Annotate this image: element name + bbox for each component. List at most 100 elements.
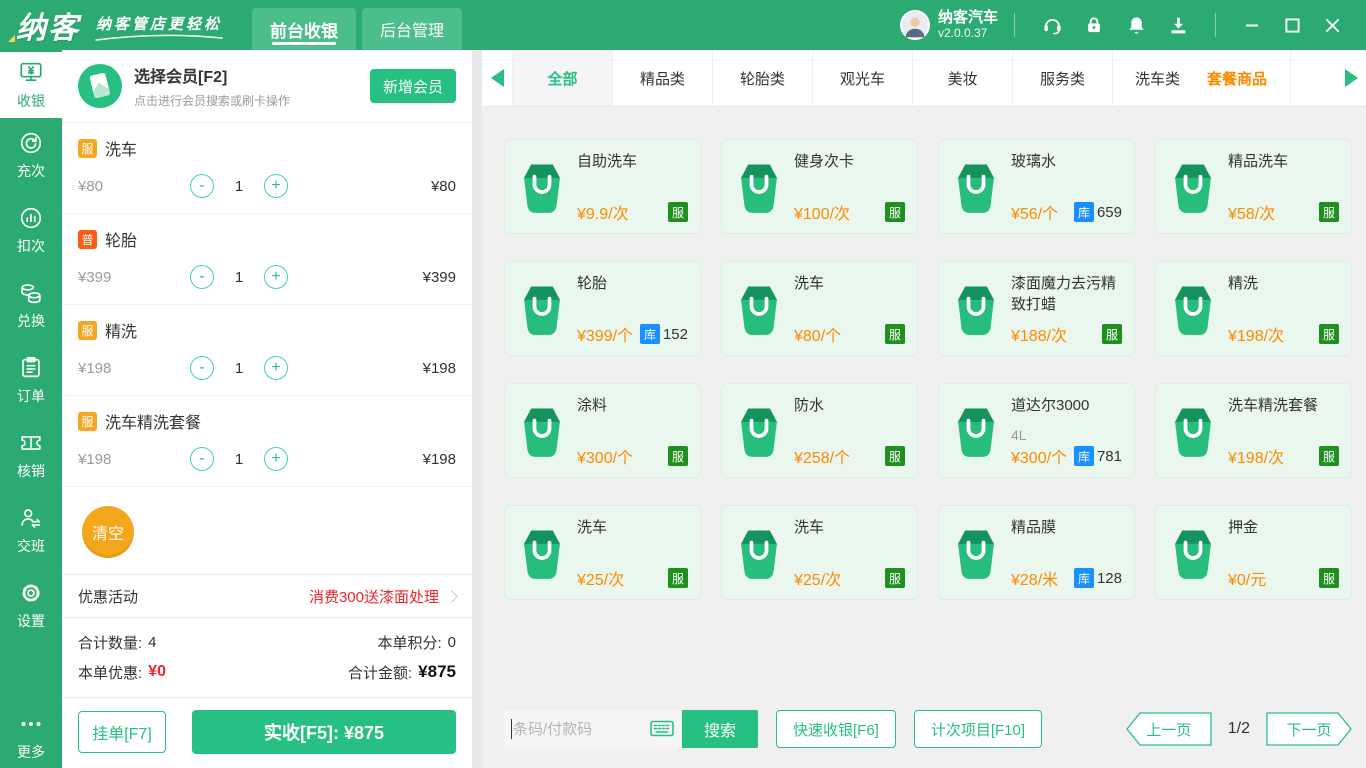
item-type-badge: 普 — [78, 229, 97, 249]
quantity-increase-button[interactable]: + — [264, 265, 288, 289]
bell-icon[interactable] — [1115, 15, 1157, 36]
user-meta: 纳客汽车 v2.0.0.37 — [938, 9, 998, 40]
sidebar-item-label: 交班 — [17, 538, 45, 554]
next-page-button[interactable]: 下一页 — [1266, 712, 1352, 746]
product-card[interactable]: 洗车 ¥80/个 服 — [721, 261, 918, 356]
category-tab-全部[interactable]: 全部 — [512, 50, 612, 106]
quantity-increase-button[interactable]: + — [264, 447, 288, 471]
product-price: ¥56/个 — [1011, 206, 1059, 223]
product-type-badge: 服 — [1319, 324, 1339, 344]
sidebar-item-充次[interactable]: 充次 — [0, 118, 62, 193]
category-tab-label: 美妆 — [947, 70, 978, 88]
checkout-button[interactable]: 实收[F5]: ¥875 — [192, 710, 456, 754]
sidebar-item-设置[interactable]: 设置 — [0, 568, 62, 643]
sidebar-item-订单[interactable]: 订单 — [0, 343, 62, 418]
shopping-bag-icon — [951, 160, 1001, 214]
product-card[interactable]: 玻璃水 ¥56/个 库 659 — [938, 139, 1135, 234]
bottom-bar: 搜索 快速收银[F6] 计次项目[F10] 上一页 1/2 下一页 — [482, 698, 1366, 768]
item-type-badge: 服 — [78, 138, 97, 158]
clear-cart-button[interactable]: 清空 — [82, 506, 134, 558]
hold-order-button[interactable]: 挂单[F7] — [78, 711, 166, 753]
product-body: 轮胎 ¥399/个 库 152 — [577, 271, 688, 346]
product-card[interactable]: 押金 ¥0/元 服 — [1155, 505, 1352, 600]
sidebar-item-label: 兑换 — [17, 313, 45, 329]
barcode-input[interactable] — [504, 720, 648, 738]
category-tab-美妆[interactable]: 美妆 — [912, 50, 1012, 106]
quantity-increase-button[interactable]: + — [264, 356, 288, 380]
promotion-row[interactable]: 优惠活动 消费300送漆面处理 — [62, 574, 472, 618]
next-page-label: 下一页 — [1286, 721, 1332, 739]
count-item-button[interactable]: 计次项目[F10] — [913, 710, 1043, 748]
quantity-decrease-button[interactable]: - — [190, 447, 214, 471]
chevron-right-icon — [445, 589, 458, 603]
promotion-label: 优惠活动 — [78, 588, 139, 606]
item-line-total: ¥80 — [430, 177, 456, 195]
topbar-tab[interactable]: 后台管理 — [362, 8, 463, 50]
page-indicator: 1/2 — [1227, 720, 1250, 737]
member-title: 选择会员[F2] — [134, 69, 228, 86]
quick-cashier-button[interactable]: 快速收银[F6] — [776, 710, 896, 748]
product-badges: 服 — [885, 202, 905, 222]
lock-icon[interactable] — [1073, 15, 1115, 36]
product-price: ¥258/个 — [794, 450, 851, 467]
product-name: 洗车 — [577, 519, 608, 536]
topbar-tab[interactable]: 前台收银 — [252, 8, 356, 50]
product-card[interactable]: 洗车精洗套餐 ¥198/次 服 — [1155, 383, 1352, 478]
product-badges: 服 — [668, 202, 688, 222]
quantity-decrease-button[interactable]: - — [190, 356, 214, 380]
category-tab-服务类[interactable]: 服务类 — [1012, 50, 1112, 106]
product-card[interactable]: 防水 ¥258/个 服 — [721, 383, 918, 478]
product-card[interactable]: 精品洗车 ¥58/次 服 — [1155, 139, 1352, 234]
category-tab-套餐商品[interactable]: 套餐商品 — [1184, 50, 1290, 106]
add-member-button[interactable]: 新增会员 — [370, 69, 456, 103]
minimize-button[interactable] — [1232, 0, 1272, 50]
product-card[interactable]: 道达尔3000 4L ¥300/个 库 781 — [938, 383, 1135, 478]
product-card[interactable]: 漆面魔力去污精致打蜡 ¥188/次 服 — [938, 261, 1135, 356]
sidebar-item-兑换[interactable]: 兑换 — [0, 268, 62, 343]
category-tab-精品类[interactable]: 精品类 — [612, 50, 712, 106]
product-card[interactable]: 健身次卡 ¥100/次 服 — [721, 139, 918, 234]
total-qty-label: 合计数量: — [78, 634, 143, 652]
sidebar-item-交班[interactable]: 交班 — [0, 493, 62, 568]
product-bottom: ¥198/次 服 — [1228, 444, 1339, 468]
product-card[interactable]: 涂料 ¥300/个 服 — [504, 383, 701, 478]
customer-service-icon[interactable] — [1031, 15, 1073, 36]
product-body: 洗车 ¥25/次 服 — [577, 515, 688, 590]
avatar[interactable] — [899, 10, 930, 40]
category-scroll-left-button[interactable] — [482, 50, 512, 106]
category-scroll-right-button[interactable] — [1336, 50, 1366, 106]
product-card[interactable]: 洗车 ¥25/次 服 — [721, 505, 918, 600]
sidebar-item-扣次[interactable]: 扣次 — [0, 193, 62, 268]
product-name: 漆面魔力去污精致打蜡 — [1011, 275, 1117, 313]
quantity-increase-button[interactable]: + — [264, 174, 288, 198]
shopping-bag-icon — [1168, 526, 1218, 580]
quantity-decrease-button[interactable]: - — [190, 265, 214, 289]
product-card[interactable]: 轮胎 ¥399/个 库 152 — [504, 261, 701, 356]
product-body: 精品洗车 ¥58/次 服 — [1228, 149, 1339, 224]
prev-page-button[interactable]: 上一页 — [1125, 712, 1212, 746]
category-tab-轮胎类[interactable]: 轮胎类 — [712, 50, 812, 106]
download-icon[interactable] — [1157, 15, 1199, 36]
points-value: 0 — [447, 633, 456, 651]
quantity-decrease-button[interactable]: - — [190, 174, 214, 198]
product-card[interactable]: 洗车 ¥25/次 服 — [504, 505, 701, 600]
category-tab-观光车[interactable]: 观光车 — [812, 50, 912, 106]
product-badges: 库 128 — [1073, 568, 1122, 588]
close-button[interactable] — [1312, 0, 1352, 50]
product-badges: 服 — [668, 446, 688, 466]
product-stock-count: 781 — [1096, 447, 1122, 465]
product-price: ¥399/个 — [577, 328, 634, 345]
item-unit-price: ¥399 — [78, 268, 112, 286]
product-card[interactable]: 精品膜 ¥28/米 库 128 — [938, 505, 1135, 600]
sidebar-item-核销[interactable]: 核销 — [0, 418, 62, 493]
cart-item: 服 精洗 ¥198 - 1 + ¥198 — [62, 305, 472, 396]
product-card[interactable]: 精洗 ¥198/次 服 — [1155, 261, 1352, 356]
member-select[interactable]: 选择会员[F2] 点击进行会员搜索或刷卡操作 新增会员 — [62, 50, 472, 123]
sidebar-item-收银[interactable]: 收银 — [0, 52, 62, 118]
search-button[interactable]: 搜索 — [682, 710, 758, 748]
sidebar-item-更多[interactable]: 更多 — [0, 704, 62, 768]
category-tab-洗车类[interactable]: 洗车类 — [1112, 50, 1184, 106]
maximize-button[interactable] — [1272, 0, 1312, 50]
keyboard-icon[interactable] — [650, 720, 674, 738]
product-card[interactable]: 自助洗车 ¥9.9/次 服 — [504, 139, 701, 234]
